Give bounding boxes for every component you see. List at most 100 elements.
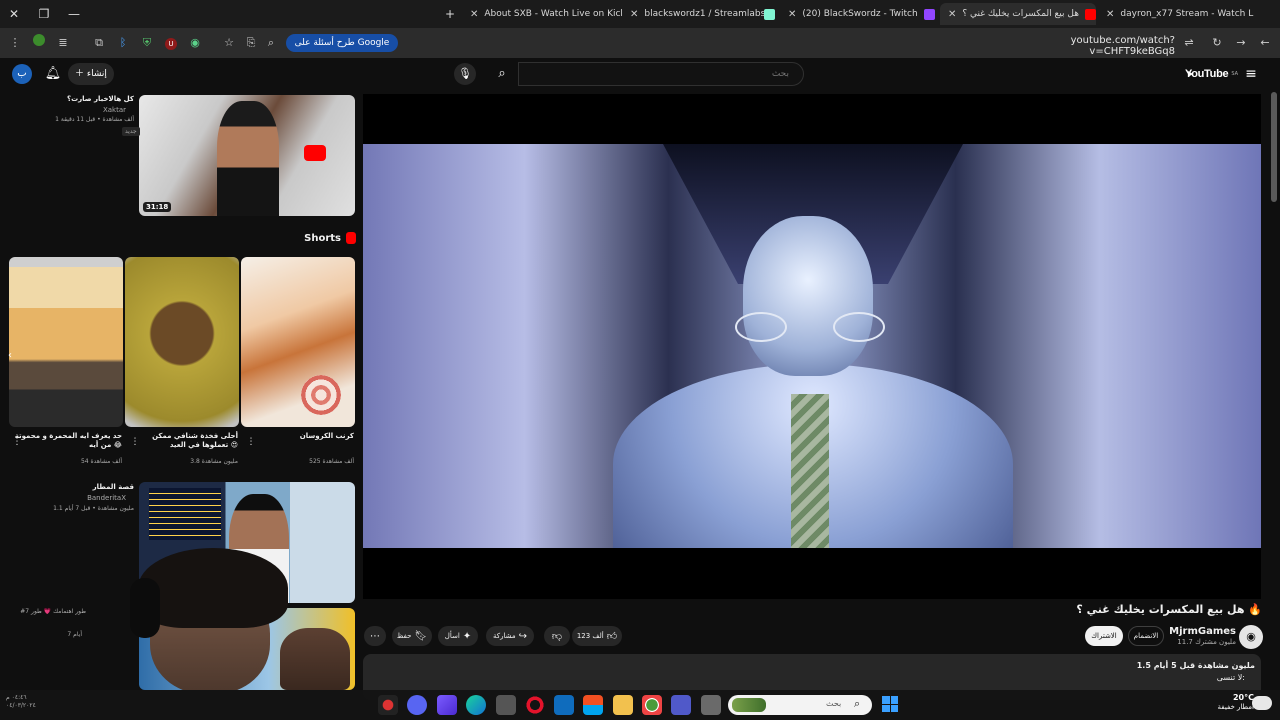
shield-extension-icon[interactable]: ⛨ (138, 34, 156, 52)
site-settings-icon[interactable]: ⇌ (1180, 34, 1198, 52)
video-frame[interactable] (363, 144, 1261, 548)
weather-widget[interactable]: 20°C أمطار خفيفة (1196, 693, 1254, 712)
windows-start-icon[interactable] (882, 696, 898, 712)
short-title[interactable]: كرنب الكروسان (246, 432, 354, 441)
shorts-previous-arrow-icon[interactable]: ‹ (4, 350, 16, 366)
close-tab-icon[interactable]: ✕ (788, 9, 796, 20)
create-button[interactable]: ＋ إنشاء (68, 63, 114, 85)
short-thumbnail[interactable] (9, 257, 123, 427)
browser-tab-strip: ✕ ❐ — + ✕ About SXB - Watch Live on Kick… (0, 0, 1280, 28)
share-arrow-icon: ↪ (518, 630, 527, 642)
tab-search-icon[interactable]: ⎘ (242, 34, 260, 52)
more-actions-button[interactable]: ⋯ (364, 626, 386, 646)
back-arrow-icon[interactable]: → (1232, 34, 1250, 52)
reload-icon[interactable]: ↻ (1208, 34, 1226, 52)
kick-studio-app-icon[interactable] (437, 695, 457, 715)
close-tab-icon[interactable]: ✕ (1106, 9, 1114, 20)
short-title[interactable]: أحلى فخذة شنافي ممكن تعملوها في العيد 😍 (130, 432, 238, 450)
voice-search-mic-icon[interactable]: 🎙︎ (454, 63, 476, 85)
discord-app-icon[interactable] (407, 695, 427, 715)
recommendation-channel[interactable]: Xaktar (20, 106, 126, 114)
recommendation-thumbnail[interactable]: 31:18 (139, 95, 355, 216)
file-explorer-icon[interactable] (613, 695, 633, 715)
close-tab-icon[interactable]: ✕ (630, 9, 638, 20)
join-button[interactable]: الانضمام (1128, 626, 1164, 646)
short-title[interactable]: حد يعرف ايه المحمرة و محموتة من أيه 😂 (14, 432, 122, 450)
mail-app-icon[interactable] (554, 695, 574, 715)
channel-avatar[interactable]: ◉ (1239, 625, 1263, 649)
video-duration: 31:18 (143, 202, 172, 212)
ask-google-button[interactable]: طرح أسئلة على Google (286, 34, 398, 52)
close-tab-icon[interactable]: ✕ (948, 9, 956, 20)
ublock-extension-icon[interactable]: U (162, 34, 180, 52)
page-scrollbar[interactable] (1271, 92, 1277, 202)
menu-dots-icon[interactable]: ⋮ (6, 34, 24, 52)
close-window-icon[interactable]: ✕ (2, 4, 26, 24)
restore-window-icon[interactable]: ❐ (32, 4, 56, 24)
share-button[interactable]: مشاركة ↪ (486, 626, 534, 646)
bluetooth-extension-icon[interactable]: ᛒ (114, 34, 132, 52)
tab-twitch[interactable]: ✕ (20) BlackSwordz - Twitch (780, 3, 938, 25)
profile-extension-icon[interactable] (30, 34, 48, 52)
subscribe-button[interactable]: الاشتراك (1085, 626, 1123, 646)
subscriber-count: 11.7 مليون مشترك (1177, 638, 1236, 646)
shorts-logo-icon (346, 232, 356, 244)
windows-taskbar: بحث ⌕ (0, 690, 1280, 720)
search-input[interactable] (519, 63, 803, 85)
equalizer-extension-icon[interactable]: ≣ (54, 34, 72, 52)
tab-streamlabs[interactable]: ✕ blackswordz1 / Streamlabs (622, 3, 780, 25)
taskbar-search[interactable]: بحث ⌕ (728, 695, 872, 715)
tab-kick-sxb[interactable]: ✕ About SXB - Watch Live on Kick (462, 3, 622, 25)
short-views: 54 ألف مشاهدة (80, 458, 122, 465)
new-tab-icon[interactable]: + (438, 4, 462, 24)
dislike-button[interactable]: 👎︎ (544, 626, 570, 646)
more-dots-icon: ⋯ (370, 630, 380, 642)
close-tab-icon[interactable]: ✕ (470, 9, 478, 20)
video-player[interactable] (363, 94, 1261, 599)
notifications-bell-icon[interactable]: 🔔︎ (44, 65, 62, 83)
store-app-icon[interactable] (583, 695, 603, 715)
youtube-header: ب 🔔︎ ＋ إنشاء 🎙︎ ⌕ YouTube SA ≡ (0, 58, 1280, 90)
youtube-logo[interactable]: YouTube SA (1182, 65, 1238, 83)
search-box[interactable] (518, 62, 804, 86)
search-icon: ⌕ (854, 697, 861, 710)
teams-app-icon[interactable] (671, 695, 691, 715)
guide-menu-icon[interactable]: ≡ (1242, 64, 1260, 84)
system-clock[interactable]: ٠٤:٤٦ م ٠٤/٠٣/٢٠٢٤ (6, 694, 40, 711)
short-menu-dots-icon[interactable]: ⋮ (130, 436, 140, 448)
obs-app-icon[interactable] (378, 695, 398, 715)
short-menu-dots-icon[interactable]: ⋮ (246, 436, 256, 448)
thumbs-up-icon: 👍︎ (606, 631, 618, 642)
recommendation-title[interactable]: كل هالاخبار صارت؟ (20, 95, 134, 103)
short-menu-dots-icon[interactable]: ⋮ (12, 436, 22, 448)
tab-youtube-active[interactable]: ✕ هل بيع المكسرات يخليك غني ؟ (940, 3, 1096, 25)
chrome-app-icon[interactable] (642, 695, 662, 715)
grammar-extension-icon[interactable]: ◉ (186, 34, 204, 52)
bookmark-star-icon[interactable]: ☆ (220, 34, 238, 52)
short-thumbnail[interactable] (125, 257, 239, 427)
new-badge: جديد (122, 127, 140, 136)
url-field[interactable]: youtube.com/watch?v=CHFT9keBGq8 (1000, 35, 1175, 57)
like-button[interactable]: 123 ألف 👍︎ (572, 626, 622, 646)
recommendation-channel[interactable]: BanderitaX (20, 494, 126, 502)
short-views: 3.8 مليون مشاهدة (190, 458, 238, 465)
stream-chat-line: 7 أيام (67, 631, 82, 638)
ask-button[interactable]: اسأل ✦ (438, 626, 478, 646)
tab-kick-dayron[interactable]: ✕ dayron_x77 Stream - Watch Live (1098, 3, 1254, 25)
save-button[interactable]: حفظ 🔖︎ (392, 626, 432, 646)
zoom-icon[interactable]: ⌕ (262, 34, 280, 52)
thumbs-down-icon: 👎︎ (551, 631, 563, 642)
forward-arrow-icon[interactable]: ← (1256, 34, 1274, 52)
opera-app-icon[interactable] (525, 695, 545, 715)
search-icon[interactable]: ⌕ (486, 62, 518, 86)
extensions-puzzle-icon[interactable]: ⧉ (90, 34, 108, 52)
recommendation-title[interactable]: قصة المطار (20, 483, 134, 491)
account-avatar[interactable]: ب (12, 64, 32, 84)
minimize-window-icon[interactable]: — (62, 4, 86, 24)
short-thumbnail[interactable] (241, 257, 355, 427)
app-cube-icon[interactable] (496, 695, 516, 715)
streamlabs-favicon-icon (760, 3, 780, 25)
bookmark-icon: 🔖︎ (414, 630, 428, 642)
edge-app-icon[interactable] (466, 695, 486, 715)
task-view-icon[interactable] (701, 695, 721, 715)
